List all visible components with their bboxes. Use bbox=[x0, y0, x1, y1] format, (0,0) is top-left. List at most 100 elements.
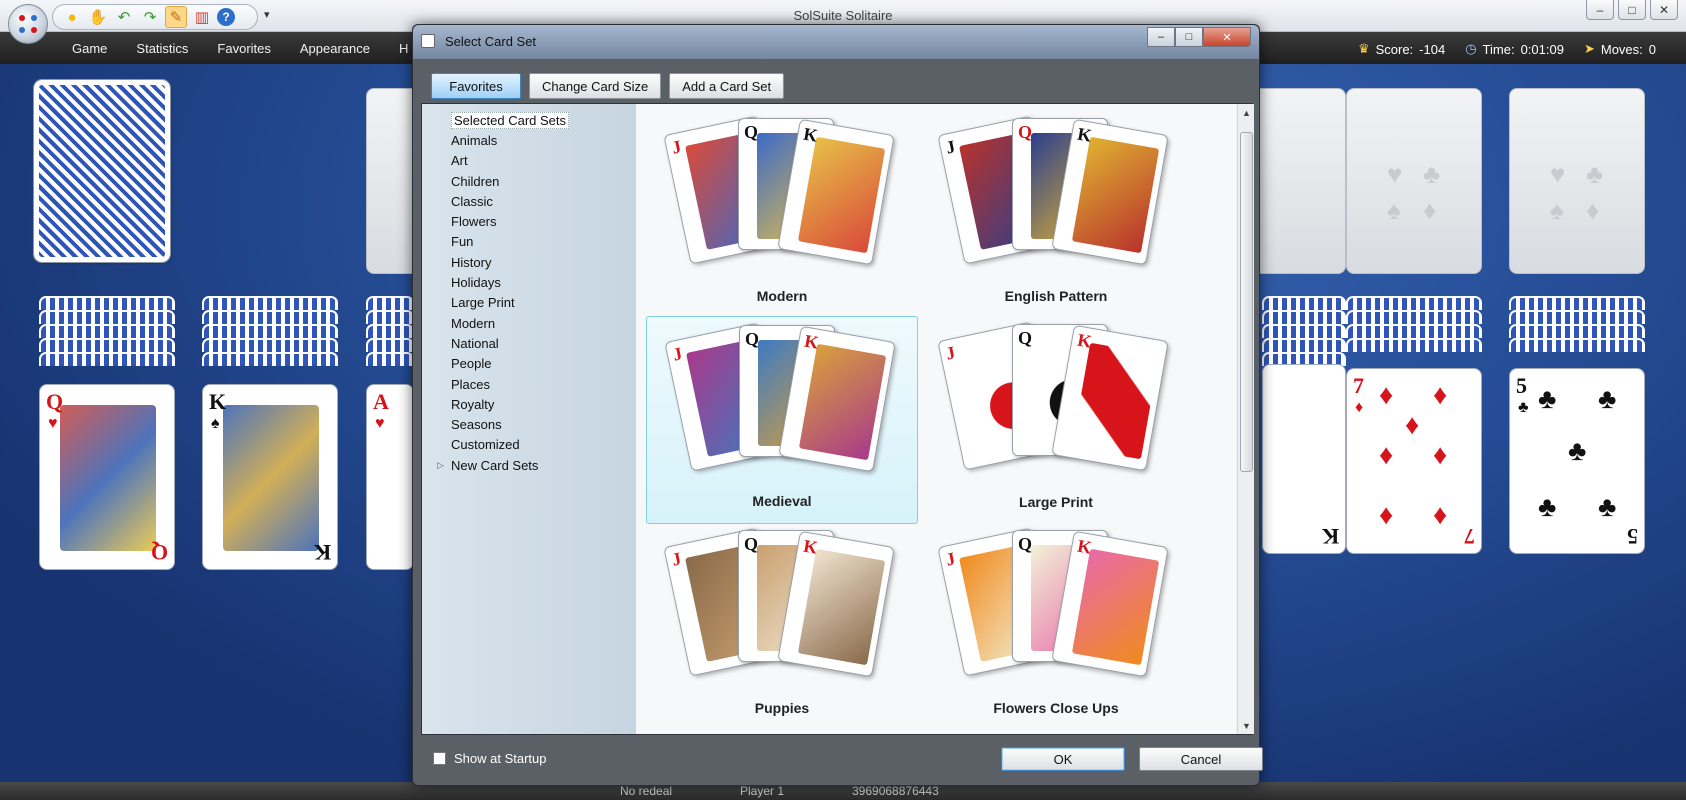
foundation-slot[interactable]: ♥ ♣ ♠ ♦ bbox=[1346, 88, 1482, 274]
category-label: Animals bbox=[451, 132, 498, 148]
cancel-button[interactable]: Cancel bbox=[1139, 747, 1263, 771]
category-item[interactable]: National bbox=[422, 333, 636, 353]
category-label: Customized bbox=[451, 437, 520, 453]
card-set-tile[interactable]: J Q K Large Print bbox=[920, 316, 1192, 524]
favorites-button[interactable]: Favorites bbox=[431, 73, 521, 99]
category-item[interactable]: Modern bbox=[422, 313, 636, 333]
card-preview-rank: J bbox=[944, 342, 957, 364]
card-preview-rank: Q bbox=[1018, 534, 1033, 554]
card-art bbox=[60, 405, 156, 551]
card-pip: ♣ bbox=[1598, 491, 1617, 522]
app-menu-orb[interactable] bbox=[8, 4, 48, 44]
card-set-tile[interactable]: J Q K Puppies bbox=[646, 522, 918, 730]
card-rank: 7 bbox=[1464, 524, 1475, 549]
card-preview-rank: J bbox=[944, 548, 957, 570]
category-label: Classic bbox=[451, 193, 493, 209]
tableau-card[interactable]: Q ♥ Q bbox=[39, 384, 175, 570]
menu-game[interactable]: Game bbox=[72, 41, 107, 56]
dialog-titlebar[interactable]: Select Card Set – □ ✕ bbox=[413, 25, 1259, 59]
menu-statistics[interactable]: Statistics bbox=[136, 41, 188, 56]
tableau-card[interactable]: K bbox=[1262, 364, 1346, 554]
card-preview-rank: J bbox=[670, 136, 683, 158]
category-label: Fun bbox=[451, 234, 474, 250]
category-item[interactable]: Fun bbox=[422, 232, 636, 252]
expand-arrow-icon[interactable]: ▷ bbox=[437, 460, 444, 471]
card-set-tile[interactable]: J Q K Modern bbox=[646, 110, 918, 318]
moves-value: 0 bbox=[1648, 41, 1656, 57]
game-status: ♛ Score: -104 ◷ Time: 0:01:09 ➤ Moves: 0 bbox=[1358, 41, 1656, 57]
card-preview-rank: Q bbox=[1018, 122, 1033, 142]
dialog-maximize-button[interactable]: □ bbox=[1175, 27, 1203, 47]
close-button[interactable]: ✕ bbox=[1650, 0, 1678, 20]
dialog-icon bbox=[421, 34, 435, 48]
menu-favorites[interactable]: Favorites bbox=[217, 41, 270, 56]
menu-appearance[interactable]: Appearance bbox=[300, 41, 370, 56]
card-set-tile[interactable]: J Q K Flowers Close Ups bbox=[920, 522, 1192, 730]
category-label: People bbox=[451, 356, 492, 372]
card-preview-rank: Q bbox=[744, 122, 759, 142]
card-preview-rank: J bbox=[944, 136, 957, 158]
dialog-close-button[interactable]: ✕ bbox=[1203, 27, 1251, 47]
category-item[interactable]: Royalty bbox=[422, 394, 636, 414]
add-card-set-button[interactable]: Add a Card Set bbox=[669, 73, 785, 99]
card-set-name: Medieval bbox=[752, 493, 812, 509]
category-item[interactable]: Flowers bbox=[422, 211, 636, 231]
category-item[interactable]: Animals bbox=[422, 130, 636, 150]
tableau-card[interactable]: 7 ♦ ♦ ♦ ♦ ♦ ♦ ♦ ♦ 7 bbox=[1346, 368, 1482, 554]
category-item[interactable]: Selected Card Sets bbox=[422, 110, 636, 130]
card-rank: 5 bbox=[1627, 524, 1638, 549]
category-item[interactable]: Holidays bbox=[422, 272, 636, 292]
card-set-name: English Pattern bbox=[1004, 288, 1108, 304]
card-rank: K bbox=[1321, 524, 1339, 549]
card-set-tile[interactable]: J Q K Medieval bbox=[646, 316, 918, 524]
card-suit: ♥ bbox=[375, 415, 385, 432]
change-card-size-button[interactable]: Change Card Size bbox=[529, 73, 662, 99]
category-label: National bbox=[451, 335, 499, 351]
card-set-name: Puppies bbox=[754, 700, 810, 716]
category-item[interactable]: Classic bbox=[422, 191, 636, 211]
card-pip: ♦ bbox=[1379, 439, 1394, 470]
category-label: Modern bbox=[451, 315, 496, 331]
card-suit: ♠ bbox=[211, 415, 220, 432]
card-preview-rank: Q bbox=[1018, 328, 1033, 348]
maximize-button[interactable]: □ bbox=[1618, 0, 1646, 20]
card-pip: ♦ bbox=[1433, 379, 1448, 410]
card-rank: K bbox=[313, 540, 331, 565]
category-item[interactable]: Children bbox=[422, 171, 636, 191]
card-set-name: Large Print bbox=[1019, 494, 1093, 510]
ok-button[interactable]: OK bbox=[1001, 747, 1125, 771]
card-pip: ♣ bbox=[1568, 435, 1587, 466]
category-item[interactable]: People bbox=[422, 354, 636, 374]
category-item[interactable]: Large Print bbox=[422, 293, 636, 313]
tableau-card[interactable]: 5 ♣ ♣ ♣ ♣ ♣ ♣ 5 bbox=[1509, 368, 1645, 554]
show-at-startup-label: Show at Startup bbox=[454, 751, 547, 766]
category-label: Large Print bbox=[451, 295, 515, 311]
card-set-tile[interactable]: J Q K English Pattern bbox=[920, 110, 1192, 318]
stock-pile[interactable] bbox=[33, 79, 171, 263]
scroll-up-icon[interactable]: ▲ bbox=[1238, 104, 1255, 121]
category-item[interactable]: Customized bbox=[422, 435, 636, 455]
minimize-button[interactable]: – bbox=[1586, 0, 1614, 20]
category-label: Children bbox=[451, 173, 500, 189]
moves-label: Moves: bbox=[1600, 41, 1643, 57]
tableau-card[interactable]: A ♥ bbox=[366, 384, 414, 570]
category-item[interactable]: Places bbox=[422, 374, 636, 394]
gallery-scrollbar[interactable]: ▲ ▼ bbox=[1237, 104, 1254, 734]
card-preview-rank: Q bbox=[744, 534, 759, 554]
category-item[interactable]: ▷ New Card Sets bbox=[422, 455, 636, 475]
category-item[interactable]: History bbox=[422, 252, 636, 272]
scroll-down-icon[interactable]: ▼ bbox=[1238, 717, 1255, 734]
menu-help[interactable]: H bbox=[399, 41, 408, 56]
dialog-minimize-button[interactable]: – bbox=[1147, 27, 1175, 47]
scroll-thumb[interactable] bbox=[1240, 132, 1253, 472]
card-suit: ♦ bbox=[1355, 399, 1364, 416]
foundation-slot[interactable]: ♥ ♣ ♠ ♦ bbox=[1509, 88, 1645, 274]
show-at-startup-checkbox[interactable] bbox=[433, 752, 446, 765]
tableau-card[interactable]: K ♠ K bbox=[202, 384, 338, 570]
card-pip: ♦ bbox=[1379, 499, 1394, 530]
category-label: Royalty bbox=[451, 396, 495, 412]
category-item[interactable]: Seasons bbox=[422, 414, 636, 434]
dialog-body: Selected Card Sets Animals Art Children Clas… bbox=[421, 103, 1254, 735]
category-item[interactable]: Art bbox=[422, 151, 636, 171]
category-label: Holidays bbox=[451, 275, 501, 291]
